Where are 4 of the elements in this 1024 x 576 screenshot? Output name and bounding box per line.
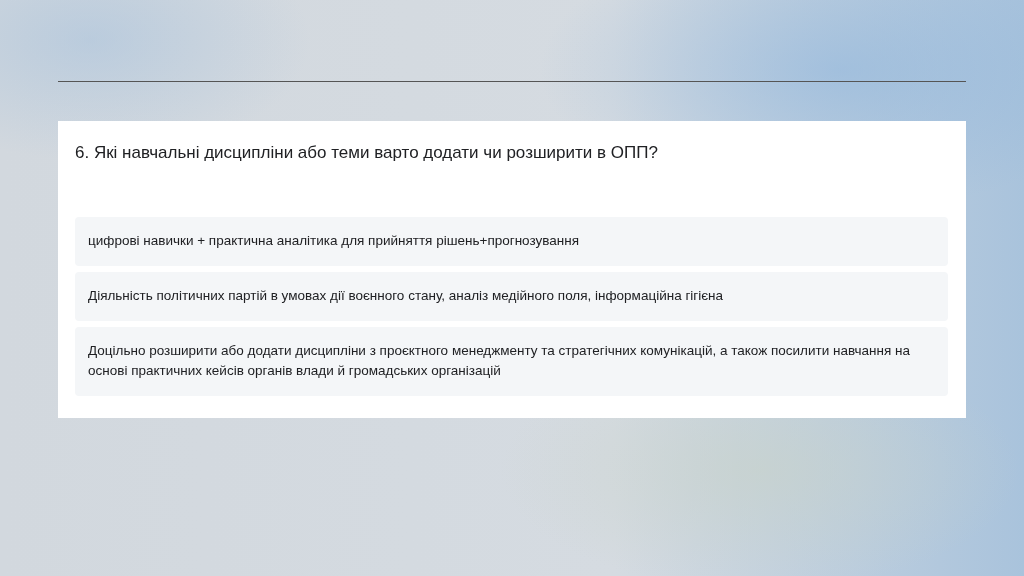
question-title: 6. Які навчальні дисципліни або теми варто додати чи розширити в ОПП?: [75, 143, 659, 163]
response-text: цифрові навички + практична аналітика для прийняття рішень+прогнозування: [75, 217, 948, 266]
response-text: Доцільно розширити або додати дисципліни з проєктного менеджменту та стратегічних комунікацій, а також посилити навчання на основі практичних кейсів органів влади й громадських організацій: [75, 327, 948, 396]
response-text: Діяльність політичних партій в умовах дії воєнного стану, аналіз медійного поля, інформаційна гігієна: [75, 272, 948, 321]
